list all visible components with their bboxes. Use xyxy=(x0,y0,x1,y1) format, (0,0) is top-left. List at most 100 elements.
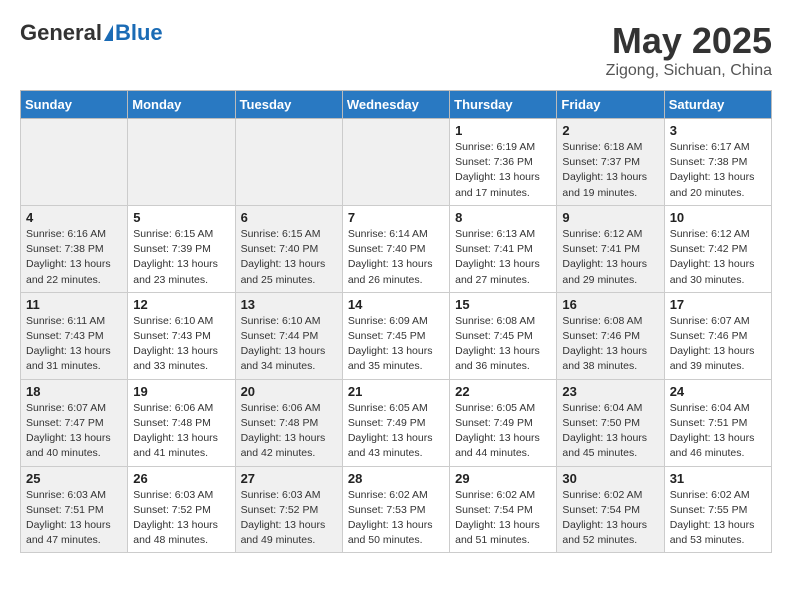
day-number: 16 xyxy=(562,297,658,312)
cell-content: Sunrise: 6:02 AMSunset: 7:53 PMDaylight:… xyxy=(348,488,444,549)
cell-content: Sunrise: 6:02 AMSunset: 7:55 PMDaylight:… xyxy=(670,488,766,549)
cell-content: Sunrise: 6:04 AMSunset: 7:50 PMDaylight:… xyxy=(562,401,658,462)
day-number: 21 xyxy=(348,384,444,399)
calendar-cell: 13 Sunrise: 6:10 AMSunset: 7:44 PMDayligh… xyxy=(235,292,342,379)
calendar-week-1: 1Sunrise: 6:19 AMSunset: 7:36 PMDaylight… xyxy=(21,119,772,206)
day-number: 8 xyxy=(455,210,551,225)
calendar-cell: 17Sunrise: 6:07 AMSunset: 7:46 PMDayligh… xyxy=(664,292,771,379)
day-number: 9 xyxy=(562,210,658,225)
calendar-week-3: 11 Sunrise: 6:11 AMSunset: 7:43 PMDayligh… xyxy=(21,292,772,379)
cell-content: Sunrise: 6:17 AMSunset: 7:38 PMDaylight:… xyxy=(670,140,766,201)
day-number: 25 xyxy=(26,471,122,486)
title-block: May 2025 Zigong, Sichuan, China xyxy=(606,20,772,80)
calendar-title: May 2025 xyxy=(606,20,772,62)
logo-blue-text: Blue xyxy=(115,20,163,46)
day-number: 1 xyxy=(455,123,551,138)
column-header-friday: Friday xyxy=(557,91,664,119)
day-number: 20 xyxy=(241,384,337,399)
calendar-subtitle: Zigong, Sichuan, China xyxy=(606,62,772,80)
calendar-cell: 19 Sunrise: 6:06 AMSunset: 7:48 PMDayligh… xyxy=(128,379,235,466)
logo: General Blue xyxy=(20,20,163,46)
cell-content: Sunrise: 6:06 AMSunset: 7:48 PMDaylight:… xyxy=(133,401,229,462)
day-number: 17 xyxy=(670,297,766,312)
cell-content: Sunrise: 6:05 AMSunset: 7:49 PMDaylight:… xyxy=(348,401,444,462)
cell-content: Sunrise: 6:03 AMSunset: 7:51 PMDaylight:… xyxy=(26,488,122,549)
day-number: 18 xyxy=(26,384,122,399)
day-number: 10 xyxy=(670,210,766,225)
day-number: 5 xyxy=(133,210,229,225)
cell-content: Sunrise: 6:08 AMSunset: 7:46 PMDaylight:… xyxy=(562,314,658,375)
day-number: 13 xyxy=(241,297,337,312)
day-number: 11 xyxy=(26,297,122,312)
calendar-body: 1Sunrise: 6:19 AMSunset: 7:36 PMDaylight… xyxy=(21,119,772,553)
cell-content: Sunrise: 6:04 AMSunset: 7:51 PMDaylight:… xyxy=(670,401,766,462)
calendar-cell: 6 Sunrise: 6:15 AMSunset: 7:40 PMDaylight… xyxy=(235,205,342,292)
column-header-saturday: Saturday xyxy=(664,91,771,119)
day-number: 3 xyxy=(670,123,766,138)
cell-content: Sunrise: 6:12 AMSunset: 7:42 PMDaylight:… xyxy=(670,227,766,288)
cell-content: Sunrise: 6:03 AMSunset: 7:52 PMDaylight:… xyxy=(133,488,229,549)
calendar-cell: 15Sunrise: 6:08 AMSunset: 7:45 PMDayligh… xyxy=(450,292,557,379)
calendar-cell: 31 Sunrise: 6:02 AMSunset: 7:55 PMDayligh… xyxy=(664,466,771,553)
day-number: 7 xyxy=(348,210,444,225)
day-number: 2 xyxy=(562,123,658,138)
calendar-cell: 4Sunrise: 6:16 AMSunset: 7:38 PMDaylight… xyxy=(21,205,128,292)
cell-content: Sunrise: 6:11 AMSunset: 7:43 PMDaylight:… xyxy=(26,314,122,375)
cell-content: Sunrise: 6:14 AMSunset: 7:40 PMDaylight:… xyxy=(348,227,444,288)
day-number: 26 xyxy=(133,471,229,486)
cell-content: Sunrise: 6:09 AMSunset: 7:45 PMDaylight:… xyxy=(348,314,444,375)
day-number: 19 xyxy=(133,384,229,399)
day-number: 29 xyxy=(455,471,551,486)
logo-general-text: General xyxy=(20,20,102,46)
calendar-cell: 12 Sunrise: 6:10 AMSunset: 7:43 PMDayligh… xyxy=(128,292,235,379)
calendar-cell: 7 Sunrise: 6:14 AMSunset: 7:40 PMDaylight… xyxy=(342,205,449,292)
calendar-cell: 22Sunrise: 6:05 AMSunset: 7:49 PMDayligh… xyxy=(450,379,557,466)
cell-content: Sunrise: 6:15 AMSunset: 7:40 PMDaylight:… xyxy=(241,227,337,288)
calendar-cell: 14 Sunrise: 6:09 AMSunset: 7:45 PMDayligh… xyxy=(342,292,449,379)
day-number: 23 xyxy=(562,384,658,399)
day-number: 31 xyxy=(670,471,766,486)
calendar-cell: 11 Sunrise: 6:11 AMSunset: 7:43 PMDayligh… xyxy=(21,292,128,379)
calendar-cell: 2 Sunrise: 6:18 AMSunset: 7:37 PMDaylight… xyxy=(557,119,664,206)
calendar-week-2: 4Sunrise: 6:16 AMSunset: 7:38 PMDaylight… xyxy=(21,205,772,292)
calendar-week-5: 25 Sunrise: 6:03 AMSunset: 7:51 PMDayligh… xyxy=(21,466,772,553)
cell-content: Sunrise: 6:07 AMSunset: 7:47 PMDaylight:… xyxy=(26,401,122,462)
calendar-cell: 27 Sunrise: 6:03 AMSunset: 7:52 PMDayligh… xyxy=(235,466,342,553)
cell-content: Sunrise: 6:18 AMSunset: 7:37 PMDaylight:… xyxy=(562,140,658,201)
cell-content: Sunrise: 6:05 AMSunset: 7:49 PMDaylight:… xyxy=(455,401,551,462)
day-number: 15 xyxy=(455,297,551,312)
cell-content: Sunrise: 6:16 AMSunset: 7:38 PMDaylight:… xyxy=(26,227,122,288)
column-header-wednesday: Wednesday xyxy=(342,91,449,119)
cell-content: Sunrise: 6:15 AMSunset: 7:39 PMDaylight:… xyxy=(133,227,229,288)
cell-content: Sunrise: 6:10 AMSunset: 7:43 PMDaylight:… xyxy=(133,314,229,375)
day-number: 6 xyxy=(241,210,337,225)
cell-content: Sunrise: 6:13 AMSunset: 7:41 PMDaylight:… xyxy=(455,227,551,288)
cell-content: Sunrise: 6:10 AMSunset: 7:44 PMDaylight:… xyxy=(241,314,337,375)
calendar-cell: 3 Sunrise: 6:17 AMSunset: 7:38 PMDaylight… xyxy=(664,119,771,206)
day-number: 24 xyxy=(670,384,766,399)
page-header: General Blue May 2025 Zigong, Sichuan, C… xyxy=(20,20,772,80)
cell-content: Sunrise: 6:03 AMSunset: 7:52 PMDaylight:… xyxy=(241,488,337,549)
column-header-sunday: Sunday xyxy=(21,91,128,119)
day-number: 14 xyxy=(348,297,444,312)
calendar-cell: 18 Sunrise: 6:07 AMSunset: 7:47 PMDayligh… xyxy=(21,379,128,466)
calendar-cell: 10 Sunrise: 6:12 AMSunset: 7:42 PMDayligh… xyxy=(664,205,771,292)
day-number: 28 xyxy=(348,471,444,486)
cell-content: Sunrise: 6:02 AMSunset: 7:54 PMDaylight:… xyxy=(455,488,551,549)
calendar-cell: 24 Sunrise: 6:04 AMSunset: 7:51 PMDayligh… xyxy=(664,379,771,466)
day-number: 27 xyxy=(241,471,337,486)
calendar-cell: 26 Sunrise: 6:03 AMSunset: 7:52 PMDayligh… xyxy=(128,466,235,553)
calendar-cell: 29 Sunrise: 6:02 AMSunset: 7:54 PMDayligh… xyxy=(450,466,557,553)
calendar-cell: 1Sunrise: 6:19 AMSunset: 7:36 PMDaylight… xyxy=(450,119,557,206)
calendar-cell: 20 Sunrise: 6:06 AMSunset: 7:48 PMDayligh… xyxy=(235,379,342,466)
cell-content: Sunrise: 6:02 AMSunset: 7:54 PMDaylight:… xyxy=(562,488,658,549)
cell-content: Sunrise: 6:06 AMSunset: 7:48 PMDaylight:… xyxy=(241,401,337,462)
column-header-thursday: Thursday xyxy=(450,91,557,119)
calendar-cell: 5 Sunrise: 6:15 AMSunset: 7:39 PMDaylight… xyxy=(128,205,235,292)
day-number: 12 xyxy=(133,297,229,312)
calendar-cell: 8 Sunrise: 6:13 AMSunset: 7:41 PMDaylight… xyxy=(450,205,557,292)
logo-triangle-icon xyxy=(104,25,113,41)
column-header-monday: Monday xyxy=(128,91,235,119)
calendar-cell: 28 Sunrise: 6:02 AMSunset: 7:53 PMDayligh… xyxy=(342,466,449,553)
calendar-cell: 23 Sunrise: 6:04 AMSunset: 7:50 PMDayligh… xyxy=(557,379,664,466)
